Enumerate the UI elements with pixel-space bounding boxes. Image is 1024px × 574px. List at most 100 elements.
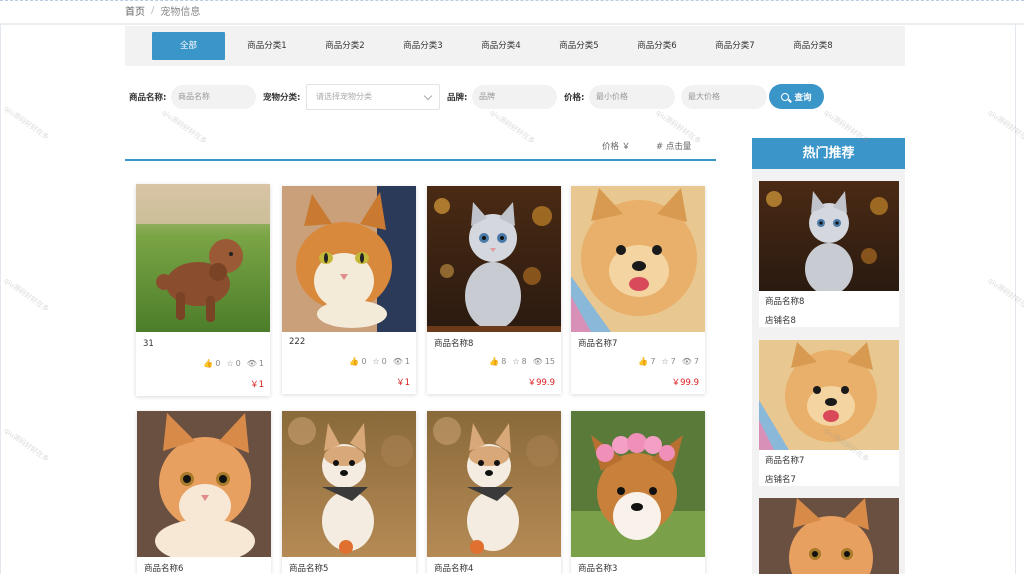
left-border [0,24,1,574]
tab-category-4[interactable]: 商品分类4 [471,32,531,60]
product-photo-grey-kitten[interactable] [427,186,561,332]
hot-item[interactable]: 商品名称7 店铺名7 [759,340,899,486]
brand-input[interactable]: 品牌 [472,85,557,109]
product-price: ￥1 [396,378,410,388]
search-form: 商品名称: 商品名称 宠物分类: 请选择宠物分类 品牌: 品牌 价格: 最小价格… [125,84,845,110]
name-input[interactable]: 商品名称 [171,85,256,109]
product-card[interactable]: 商品名称8 👍 8 ☆ 8 👁 15 ￥99.9 [427,186,561,394]
product-photo-tabby-cat[interactable] [282,186,416,332]
product-stats: 👍 7 ☆ 7 👁 7 [638,357,699,366]
product-photo-pomeranian[interactable] [571,186,705,332]
eye-icon: 👁 [246,359,257,368]
product-stats: 👍 0 ☆ 0 👁 1 [203,359,264,368]
product-price: ￥99.9 [527,378,555,388]
product-card[interactable]: 商品名称4 [427,411,561,574]
product-photo-shiba-puppy[interactable] [282,411,416,557]
favorites-count: 7 [670,357,676,366]
likes-stat: 👍 0 [203,359,220,368]
watermark: qiu源码好好在多 [2,104,51,142]
product-photo-ginger-cat[interactable] [137,411,271,557]
name-label: 商品名称: [129,93,167,103]
product-stats: 👍 0 ☆ 0 👁 1 [349,357,410,366]
views-count: 1 [258,359,264,368]
hot-item-name[interactable]: 商品名称7 [765,454,804,466]
hot-photo-ginger-cat[interactable] [759,498,899,574]
product-photo-corgi[interactable] [571,411,705,557]
product-name[interactable]: 222 [289,337,305,347]
views-count: 15 [544,357,555,366]
eye-icon: 👁 [681,357,692,366]
product-card[interactable]: 商品名称3 [571,411,705,574]
favorites-stat: ☆ 8 [512,357,526,366]
watermark: qiu源码好好在多 [2,276,51,314]
hot-item[interactable]: 商品名称8 店铺名8 [759,181,899,327]
views-count: 1 [404,357,410,366]
product-card[interactable]: 商品名称7 👍 7 ☆ 7 👁 7 ￥99.9 [571,186,705,394]
product-stats: 👍 8 ☆ 8 👁 15 [489,357,555,366]
product-name[interactable]: 商品名称4 [434,562,473,574]
hot-item[interactable] [759,498,899,574]
min-price-input[interactable]: 最小价格 [589,85,675,109]
star-icon: ☆ [372,357,380,366]
product-name[interactable]: 商品名称3 [578,562,617,574]
product-price: ￥99.9 [671,378,699,388]
product-name[interactable]: 商品名称5 [289,562,328,574]
watermark: qiu源码好好在多 [986,276,1024,314]
price-label: 价格: [564,93,585,103]
chevron-down-icon [423,91,433,101]
product-card[interactable]: 商品名称6 [137,411,271,574]
favorites-stat: ☆ 0 [226,359,240,368]
thumbs-up-icon: 👍 [203,359,214,368]
views-count: 7 [693,357,699,366]
tab-category-6[interactable]: 商品分类6 [627,32,687,60]
tab-category-7[interactable]: 商品分类7 [705,32,765,60]
pet-type-select[interactable]: 请选择宠物分类 [306,84,440,110]
views-stat: 👁 1 [393,357,410,366]
favorites-count: 0 [235,359,241,368]
breadcrumb-current: 宠物信息 [160,7,201,18]
likes-stat: 👍 8 [489,357,506,366]
search-button[interactable]: 查询 [769,84,824,109]
tab-category-2[interactable]: 商品分类2 [315,32,375,60]
brand-label: 品牌: [447,93,468,103]
product-card[interactable]: 222 👍 0 ☆ 0 👁 1 ￥1 [282,186,416,394]
breadcrumb-separator: / [151,5,155,16]
sort-by-clicks[interactable]: # 点击量 [656,140,691,152]
sort-bar: 价格 ￥ # 点击量 [125,137,715,161]
breadcrumb-home[interactable]: 首页 [125,3,145,18]
product-name[interactable]: 31 [143,339,154,349]
favorites-stat: ☆ 7 [661,357,675,366]
product-photo-poodle[interactable] [136,184,270,332]
product-name[interactable]: 商品名称8 [434,337,473,349]
product-card[interactable]: 31 👍 0 ☆ 0 👁 1 ￥1 [136,184,270,396]
thumbs-up-icon: 👍 [349,357,360,366]
tab-category-3[interactable]: 商品分类3 [393,32,453,60]
likes-count: 7 [650,357,656,366]
pet-type-placeholder: 请选择宠物分类 [316,92,372,101]
product-card[interactable]: 商品名称5 [282,411,416,574]
tab-category-8[interactable]: 商品分类8 [783,32,843,60]
hot-photo-grey-kitten[interactable] [759,181,899,291]
pet-type-label: 宠物分类: [263,93,301,103]
star-icon: ☆ [226,359,234,368]
product-photo-shiba-puppy[interactable] [427,411,561,557]
category-tab-bar: 全部 商品分类1 商品分类2 商品分类3 商品分类4 商品分类5 商品分类6 商… [125,26,905,66]
sort-by-price[interactable]: 价格 ￥ [602,140,630,152]
star-icon: ☆ [512,357,520,366]
product-name[interactable]: 商品名称6 [144,562,183,574]
likes-count: 8 [501,357,507,366]
tab-category-1[interactable]: 商品分类1 [237,32,297,60]
search-icon [781,92,790,101]
hot-item-name[interactable]: 商品名称8 [765,295,804,307]
favorites-count: 0 [381,357,387,366]
search-button-label: 查询 [794,92,812,103]
views-stat: 👁 15 [533,357,555,366]
product-name[interactable]: 商品名称7 [578,337,617,349]
tab-category-5[interactable]: 商品分类5 [549,32,609,60]
likes-stat: 👍 0 [349,357,366,366]
likes-stat: 👍 7 [638,357,655,366]
watermark: qiu源码好好在多 [986,108,1024,146]
tab-all[interactable]: 全部 [152,32,225,60]
max-price-input[interactable]: 最大价格 [681,85,767,109]
hot-item-shop: 店铺名7 [765,475,796,485]
